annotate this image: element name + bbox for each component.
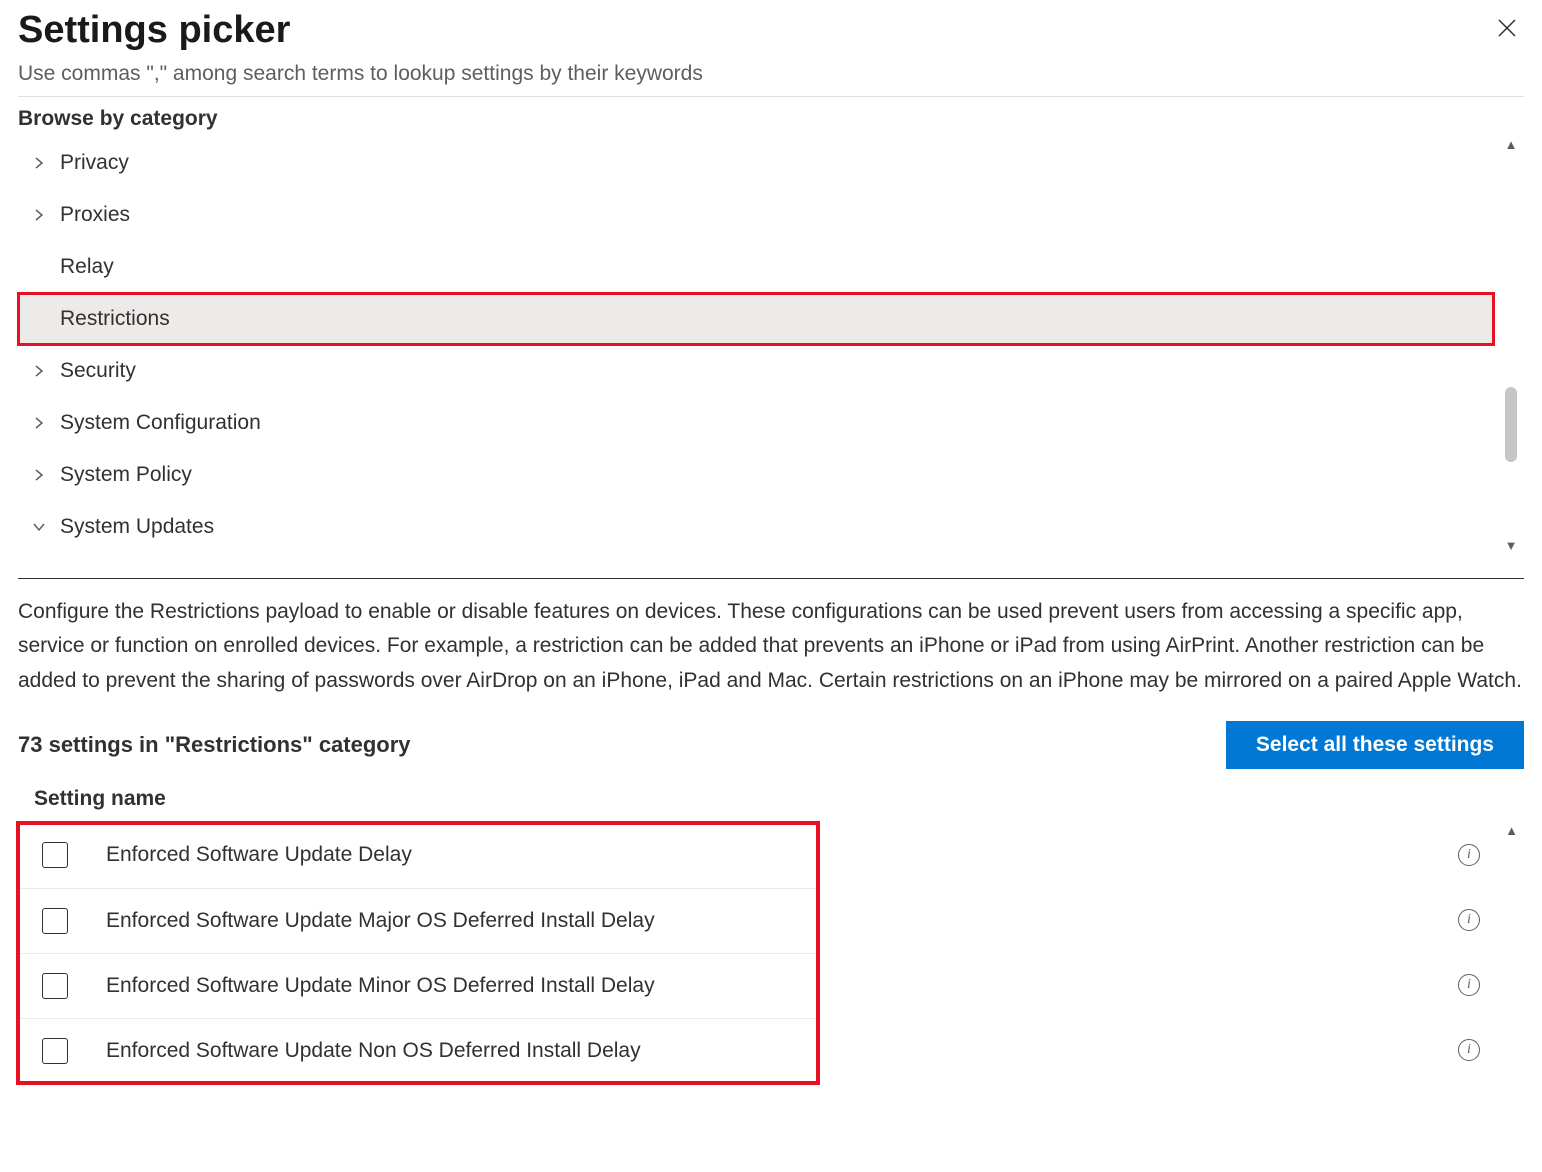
category-label: Relay bbox=[60, 255, 1494, 279]
setting-name-label: Enforced Software Update Minor OS Deferr… bbox=[106, 974, 818, 998]
setting-checkbox[interactable] bbox=[42, 1038, 68, 1064]
browse-by-category-label: Browse by category bbox=[18, 107, 1524, 131]
scroll-thumb[interactable] bbox=[1505, 387, 1517, 462]
divider bbox=[18, 96, 1524, 97]
category-label: Privacy bbox=[60, 151, 1494, 175]
chevron-right-icon bbox=[18, 364, 60, 378]
setting-name-label: Enforced Software Update Non OS Deferred… bbox=[106, 1039, 818, 1063]
category-item-system-updates[interactable]: System Updates bbox=[18, 501, 1494, 553]
chevron-right-icon bbox=[18, 468, 60, 482]
setting-name-label: Enforced Software Update Major OS Deferr… bbox=[106, 909, 818, 933]
close-button[interactable] bbox=[1490, 16, 1524, 44]
scroll-up-icon[interactable]: ▲ bbox=[1505, 137, 1518, 152]
category-label: Security bbox=[60, 359, 1494, 383]
page-subtitle: Use commas "," among search terms to loo… bbox=[18, 62, 703, 86]
category-label: Restrictions bbox=[60, 307, 1494, 331]
setting-name-label: Enforced Software Update Delay bbox=[106, 843, 818, 867]
scroll-up-icon[interactable]: ▲ bbox=[1505, 823, 1518, 838]
chevron-right-icon bbox=[18, 156, 60, 170]
category-label: System Configuration bbox=[60, 411, 1494, 435]
category-item-relay[interactable]: Relay bbox=[18, 241, 1494, 293]
category-scrollbar[interactable]: ▲ ▼ bbox=[1502, 137, 1520, 553]
category-item-privacy[interactable]: Privacy bbox=[18, 137, 1494, 189]
category-label: System Policy bbox=[60, 463, 1494, 487]
setting-row[interactable]: Enforced Software Update Minor OS Deferr… bbox=[18, 953, 818, 1018]
chevron-down-icon bbox=[18, 520, 60, 534]
setting-checkbox[interactable] bbox=[42, 973, 68, 999]
category-item-restrictions[interactable]: Restrictions bbox=[18, 293, 1494, 345]
close-icon bbox=[1496, 17, 1518, 39]
setting-checkbox[interactable] bbox=[42, 842, 68, 868]
category-item-system-policy[interactable]: System Policy bbox=[18, 449, 1494, 501]
setting-row[interactable]: Enforced Software Update Major OS Deferr… bbox=[18, 888, 818, 953]
setting-name-column-header: Setting name bbox=[18, 787, 1524, 823]
select-all-button[interactable]: Select all these settings bbox=[1226, 721, 1524, 769]
info-icon[interactable]: i bbox=[1458, 844, 1480, 866]
settings-count-label: 73 settings in "Restrictions" category bbox=[18, 732, 411, 758]
setting-row[interactable]: Enforced Software Update Delay bbox=[18, 823, 818, 888]
category-item-system-configuration[interactable]: System Configuration bbox=[18, 397, 1494, 449]
category-item-proxies[interactable]: Proxies bbox=[18, 189, 1494, 241]
category-label: System Updates bbox=[60, 515, 1494, 539]
info-icon[interactable]: i bbox=[1458, 909, 1480, 931]
setting-checkbox[interactable] bbox=[42, 908, 68, 934]
chevron-right-icon bbox=[18, 416, 60, 430]
scroll-down-icon[interactable]: ▼ bbox=[1505, 538, 1518, 553]
setting-row[interactable]: Enforced Software Update Non OS Deferred… bbox=[18, 1018, 818, 1083]
category-description: Configure the Restrictions payload to en… bbox=[18, 595, 1524, 699]
category-label: Proxies bbox=[60, 203, 1494, 227]
info-icon[interactable]: i bbox=[1458, 974, 1480, 996]
settings-list: Enforced Software Update Delay Enforced … bbox=[18, 823, 818, 1083]
chevron-right-icon bbox=[18, 208, 60, 222]
category-list: Privacy Proxies Relay Restrictions Secur… bbox=[18, 137, 1524, 553]
category-item-security[interactable]: Security bbox=[18, 345, 1494, 397]
page-title: Settings picker bbox=[18, 10, 703, 52]
info-icon[interactable]: i bbox=[1458, 1039, 1480, 1061]
divider bbox=[18, 578, 1524, 579]
info-column: i i i i bbox=[1454, 823, 1484, 1083]
